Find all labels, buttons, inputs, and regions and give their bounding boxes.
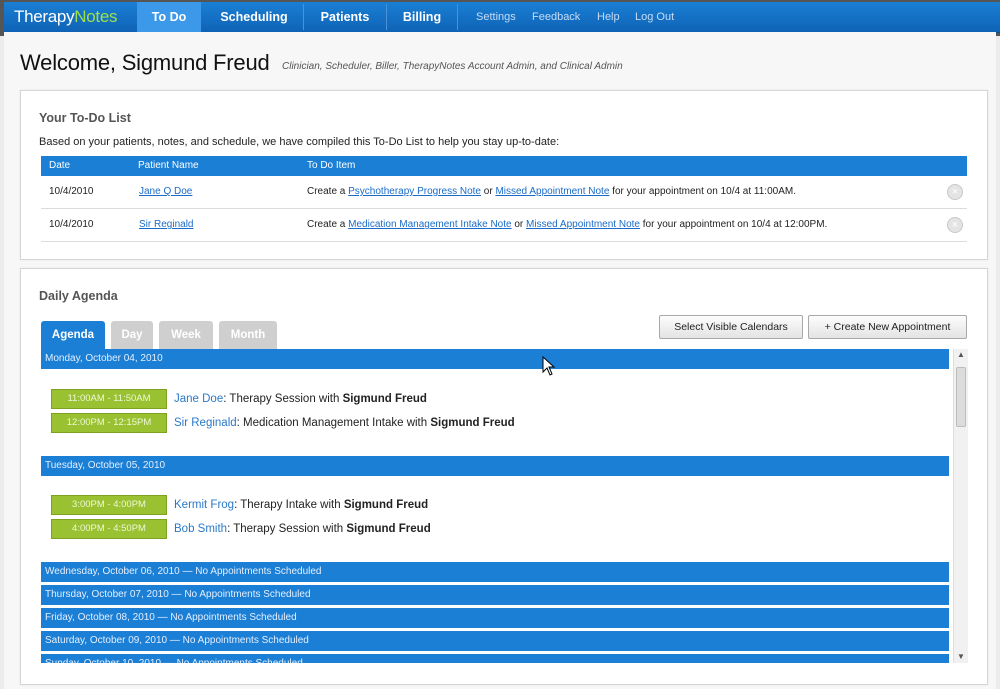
nav-separator bbox=[457, 4, 458, 30]
day-header-friday: Friday, October 08, 2010 — No Appointmen… bbox=[41, 608, 949, 628]
medication-intake-note-link[interactable]: Medication Management Intake Note bbox=[348, 219, 511, 230]
todo-panel: Your To-Do List Based on your patients, … bbox=[20, 90, 988, 260]
todo-item-or: or bbox=[511, 219, 527, 230]
appointment-time[interactable]: 3:00PM - 4:00PM bbox=[51, 495, 167, 515]
appointment-details: Jane Doe: Therapy Session with Sigmund F… bbox=[174, 389, 427, 409]
dismiss-icon[interactable]: × bbox=[947, 184, 963, 200]
todo-item-or: or bbox=[480, 186, 496, 197]
todo-table: Date Patient Name To Do Item 10/4/2010 J… bbox=[41, 156, 967, 242]
nav-todo[interactable]: To Do bbox=[137, 2, 201, 32]
todo-item-suffix: for your appointment on 10/4 at 12:00PM. bbox=[639, 219, 828, 230]
todo-item-suffix: for your appointment on 10/4 at 11:00AM. bbox=[609, 186, 796, 197]
todo-item-text: Create a Psychotherapy Progress Note or … bbox=[307, 176, 796, 208]
mouse-cursor-icon bbox=[542, 356, 556, 376]
appointment-clinician: Sigmund Freud bbox=[342, 393, 427, 405]
appointment-description: : Therapy Session with bbox=[223, 393, 343, 405]
agenda-title: Daily Agenda bbox=[39, 289, 118, 303]
appointment-patient-link[interactable]: Jane Doe bbox=[174, 393, 223, 405]
todo-date: 10/4/2010 bbox=[49, 219, 94, 230]
todo-item-prefix: Create a bbox=[307, 186, 349, 197]
appointment-item: 3:00PM - 4:00PM Kermit Frog: Therapy Int… bbox=[51, 495, 931, 515]
todo-table-header: Date Patient Name To Do Item bbox=[41, 156, 967, 176]
missed-appointment-note-link[interactable]: Missed Appointment Note bbox=[495, 186, 609, 197]
column-todo-item: To Do Item bbox=[307, 160, 356, 171]
todo-date: 10/4/2010 bbox=[49, 186, 94, 197]
day-header-saturday: Saturday, October 09, 2010 — No Appointm… bbox=[41, 631, 949, 651]
appointment-clinician: Sigmund Freud bbox=[430, 417, 515, 429]
create-new-appointment-button[interactable]: + Create New Appointment bbox=[808, 315, 967, 339]
scroll-up-icon[interactable]: ▲ bbox=[954, 349, 968, 361]
day-header-wednesday: Wednesday, October 06, 2010 — No Appoint… bbox=[41, 562, 949, 582]
todo-item-text: Create a Medication Management Intake No… bbox=[307, 209, 827, 241]
appointment-details: Kermit Frog: Therapy Intake with Sigmund… bbox=[174, 495, 428, 515]
nav-help[interactable]: Help bbox=[597, 2, 620, 32]
scroll-down-icon[interactable]: ▼ bbox=[954, 651, 968, 663]
appointment-time[interactable]: 4:00PM - 4:50PM bbox=[51, 519, 167, 539]
table-row: 10/4/2010 Sir Reginald Create a Medicati… bbox=[41, 209, 967, 242]
day-header-sunday: Sunday, October 10, 2010 — No Appointmen… bbox=[41, 654, 949, 663]
agenda-list: Monday, October 04, 2010 11:00AM - 11:50… bbox=[41, 349, 951, 663]
appointment-details: Sir Reginald: Medication Management Inta… bbox=[174, 413, 515, 433]
nav-scheduling[interactable]: Scheduling bbox=[205, 2, 303, 32]
appointment-patient-link[interactable]: Sir Reginald bbox=[174, 417, 237, 429]
page-content: Welcome, Sigmund Freud Clinician, Schedu… bbox=[4, 32, 996, 689]
column-patient-name: Patient Name bbox=[138, 160, 199, 171]
select-visible-calendars-button[interactable]: Select Visible Calendars bbox=[659, 315, 803, 339]
tab-day[interactable]: Day bbox=[111, 321, 153, 349]
logo-text-therapy: Therapy bbox=[14, 7, 75, 26]
appointment-description: : Medication Management Intake with bbox=[236, 417, 431, 429]
therapynotes-logo[interactable]: TherapyNotes bbox=[14, 5, 132, 29]
main-nav: TherapyNotes To Do Scheduling Patients B… bbox=[4, 2, 1000, 33]
tab-week[interactable]: Week bbox=[159, 321, 213, 349]
progress-note-link[interactable]: Psychotherapy Progress Note bbox=[348, 186, 481, 197]
missed-appointment-note-link[interactable]: Missed Appointment Note bbox=[526, 219, 640, 230]
appointment-clinician: Sigmund Freud bbox=[346, 523, 431, 535]
day-header-thursday: Thursday, October 07, 2010 — No Appointm… bbox=[41, 585, 949, 605]
appointment-details: Bob Smith: Therapy Session with Sigmund … bbox=[174, 519, 431, 539]
agenda-scrollbar[interactable]: ▲ ▼ bbox=[953, 349, 968, 663]
appointment-item: 4:00PM - 4:50PM Bob Smith: Therapy Sessi… bbox=[51, 519, 931, 539]
nav-billing[interactable]: Billing bbox=[387, 2, 457, 32]
appointment-description: : Therapy Intake with bbox=[234, 499, 344, 511]
tab-agenda[interactable]: Agenda bbox=[41, 321, 105, 349]
appointment-time[interactable]: 12:00PM - 12:15PM bbox=[51, 413, 167, 433]
appointment-patient-link[interactable]: Bob Smith bbox=[174, 523, 227, 535]
nav-patients[interactable]: Patients bbox=[304, 2, 386, 32]
todo-patient-link[interactable]: Jane Q Doe bbox=[139, 176, 192, 208]
nav-logout[interactable]: Log Out bbox=[635, 2, 674, 32]
dismiss-icon[interactable]: × bbox=[947, 217, 963, 233]
column-date: Date bbox=[49, 160, 71, 171]
page-title: Welcome, Sigmund Freud bbox=[20, 50, 270, 75]
day-header-tuesday: Tuesday, October 05, 2010 bbox=[41, 456, 949, 476]
daily-agenda-panel: Daily Agenda Agenda Day Week Month Selec… bbox=[20, 268, 988, 685]
day-header-monday: Monday, October 04, 2010 bbox=[41, 349, 949, 369]
appointment-description: : Therapy Session with bbox=[227, 523, 347, 535]
todo-patient-link[interactable]: Sir Reginald bbox=[139, 209, 193, 241]
scroll-thumb[interactable] bbox=[956, 367, 966, 427]
nav-settings[interactable]: Settings bbox=[476, 2, 516, 32]
logo-text-notes: Notes bbox=[74, 7, 118, 26]
todo-intro: Based on your patients, notes, and sched… bbox=[39, 136, 560, 148]
appointment-clinician: Sigmund Freud bbox=[343, 499, 429, 511]
todo-title: Your To-Do List bbox=[39, 111, 131, 125]
appointment-patient-link[interactable]: Kermit Frog bbox=[174, 499, 234, 511]
appointment-item: 11:00AM - 11:50AM Jane Doe: Therapy Sess… bbox=[51, 389, 931, 409]
appointment-item: 12:00PM - 12:15PM Sir Reginald: Medicati… bbox=[51, 413, 931, 433]
user-roles: Clinician, Scheduler, Biller, TherapyNot… bbox=[282, 61, 623, 72]
todo-item-prefix: Create a bbox=[307, 219, 349, 230]
appointment-time[interactable]: 11:00AM - 11:50AM bbox=[51, 389, 167, 409]
nav-feedback[interactable]: Feedback bbox=[532, 2, 580, 32]
tab-month[interactable]: Month bbox=[219, 321, 277, 349]
table-row: 10/4/2010 Jane Q Doe Create a Psychother… bbox=[41, 176, 967, 209]
